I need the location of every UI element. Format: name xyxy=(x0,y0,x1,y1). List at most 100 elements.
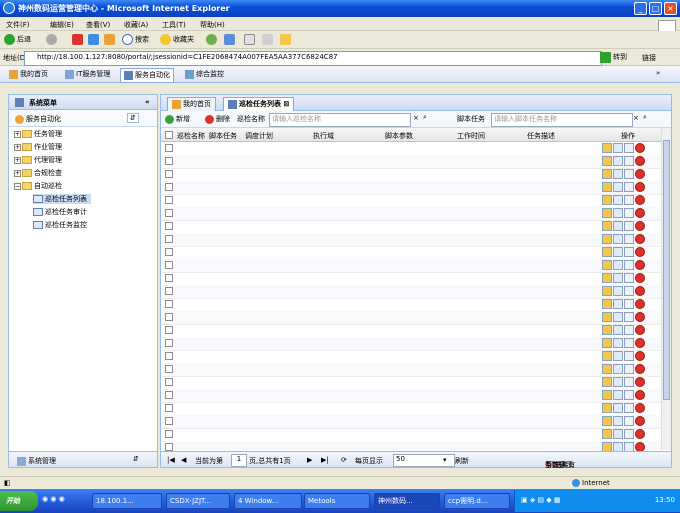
table-row[interactable] xyxy=(161,285,661,299)
delete-icon[interactable] xyxy=(635,247,645,257)
table-row[interactable] xyxy=(161,181,661,195)
delete-button[interactable]: 删除 xyxy=(205,114,230,124)
next-page-button[interactable]: ▶ xyxy=(307,456,312,464)
table-row[interactable] xyxy=(161,415,661,429)
quick-launch-icons[interactable]: ◉ ◉ ◉ xyxy=(42,495,65,503)
view-icon[interactable] xyxy=(613,351,623,361)
system-management-item[interactable]: 系统管理 xyxy=(17,456,56,466)
media-button[interactable] xyxy=(206,34,219,45)
view-icon[interactable] xyxy=(613,364,623,374)
view-icon[interactable] xyxy=(613,312,623,322)
tab-my-home-page[interactable]: 我的首页 xyxy=(167,97,216,111)
taskbar-item-1[interactable]: 18.100.1... xyxy=(92,493,162,509)
search-name-icon[interactable]: ⌕ xyxy=(423,113,427,122)
delete-icon[interactable] xyxy=(635,299,645,309)
edit-icon[interactable] xyxy=(602,169,612,179)
edit-icon[interactable] xyxy=(602,312,612,322)
table-row[interactable] xyxy=(161,363,661,377)
edit-icon[interactable] xyxy=(602,338,612,348)
row-checkbox[interactable] xyxy=(165,339,173,347)
edit-icon[interactable] xyxy=(602,286,612,296)
refresh-icon[interactable]: ⟳ xyxy=(341,456,347,464)
table-row[interactable] xyxy=(161,142,661,156)
view-icon[interactable] xyxy=(613,403,623,413)
view-icon[interactable] xyxy=(613,195,623,205)
row-checkbox[interactable] xyxy=(165,235,173,243)
taskbar-item-6[interactable]: ccp需明.d... xyxy=(444,493,510,509)
tree-item-job-management[interactable]: + 作业管理 xyxy=(14,142,62,152)
refresh-button[interactable]: 刷新 xyxy=(455,456,469,466)
row-checkbox[interactable] xyxy=(165,274,173,282)
edit-icon[interactable] xyxy=(602,351,612,361)
tree-item-inspection-task-audit[interactable]: 巡检任务审计 xyxy=(33,207,87,217)
tree-item-task-management[interactable]: + 任务管理 xyxy=(14,129,62,139)
chevron-down-icon[interactable]: ▾ xyxy=(443,456,447,464)
col-inspection-name[interactable]: 巡检名称 xyxy=(177,131,205,141)
config-icon[interactable] xyxy=(624,299,634,309)
col-script-task[interactable]: 脚本任务 xyxy=(209,131,237,141)
view-icon[interactable] xyxy=(613,260,623,270)
col-domain[interactable]: 执行域 xyxy=(313,131,334,141)
config-icon[interactable] xyxy=(624,260,634,270)
taskbar-item-5[interactable]: 神州数码... xyxy=(374,493,440,509)
tree-item-inspection-task-monitor[interactable]: 巡检任务监控 xyxy=(33,220,87,230)
delete-icon[interactable] xyxy=(635,364,645,374)
row-checkbox[interactable] xyxy=(165,261,173,269)
tree-item-auto-inspection[interactable]: − 自动巡检 xyxy=(14,181,62,191)
links-button[interactable]: 链接 xyxy=(642,53,656,63)
edit-icon[interactable] xyxy=(602,364,612,374)
row-checkbox[interactable] xyxy=(165,313,173,321)
row-checkbox[interactable] xyxy=(165,287,173,295)
history-button[interactable] xyxy=(224,34,237,45)
tab-inspection-task-list[interactable]: 巡检任务列表 ⊠ xyxy=(223,97,295,111)
row-checkbox[interactable] xyxy=(165,144,173,152)
edit-icon[interactable] xyxy=(602,403,612,413)
menu-edit[interactable]: 编辑(E) xyxy=(50,20,74,30)
delete-icon[interactable] xyxy=(635,234,645,244)
collapse-chevron-icon[interactable]: » xyxy=(656,69,660,77)
view-icon[interactable] xyxy=(613,273,623,283)
edit-icon[interactable] xyxy=(602,234,612,244)
view-icon[interactable] xyxy=(613,234,623,244)
row-checkbox[interactable] xyxy=(165,222,173,230)
delete-icon[interactable] xyxy=(635,312,645,322)
menu-view[interactable]: 查看(V) xyxy=(86,20,110,30)
taskbar-item-3[interactable]: 4 Window... xyxy=(234,493,302,509)
table-row[interactable] xyxy=(161,220,661,234)
tree-item-compliance-check[interactable]: + 合规检查 xyxy=(14,168,62,178)
delete-icon[interactable] xyxy=(635,156,645,166)
config-icon[interactable] xyxy=(624,429,634,439)
edit-icon[interactable] xyxy=(602,429,612,439)
table-row[interactable] xyxy=(161,207,661,221)
prev-page-button[interactable]: ◀ xyxy=(181,456,186,464)
search-script-icon[interactable]: ⌕ xyxy=(643,113,647,122)
delete-icon[interactable] xyxy=(635,208,645,218)
delete-icon[interactable] xyxy=(635,143,645,153)
view-icon[interactable] xyxy=(613,377,623,387)
search-button[interactable]: 搜索 xyxy=(122,34,149,45)
delete-icon[interactable] xyxy=(635,286,645,296)
table-row[interactable] xyxy=(161,272,661,286)
config-icon[interactable] xyxy=(624,312,634,322)
table-row[interactable] xyxy=(161,298,661,312)
delete-icon[interactable] xyxy=(635,182,645,192)
row-checkbox[interactable] xyxy=(165,248,173,256)
mail-button[interactable] xyxy=(244,34,257,45)
view-icon[interactable] xyxy=(613,221,623,231)
table-row[interactable] xyxy=(161,311,661,325)
table-row[interactable] xyxy=(161,259,661,273)
footer-expand-icon[interactable]: ⇵ xyxy=(133,455,139,463)
view-icon[interactable] xyxy=(613,156,623,166)
tree-item-agent-management[interactable]: + 代理管理 xyxy=(14,155,62,165)
menu-favorites[interactable]: 收藏(A) xyxy=(124,20,148,30)
maximize-button[interactable]: □ xyxy=(649,2,662,15)
table-row[interactable] xyxy=(161,389,661,403)
close-tab-icon[interactable]: ⊠ xyxy=(283,100,289,108)
config-icon[interactable] xyxy=(624,143,634,153)
start-button[interactable]: 开始 xyxy=(0,491,38,511)
favorites-button[interactable]: 收藏夹 xyxy=(160,34,194,45)
row-checkbox[interactable] xyxy=(165,430,173,438)
delete-icon[interactable] xyxy=(635,169,645,179)
collapse-sidebar-icon[interactable]: « xyxy=(145,98,150,106)
table-row[interactable] xyxy=(161,402,661,416)
